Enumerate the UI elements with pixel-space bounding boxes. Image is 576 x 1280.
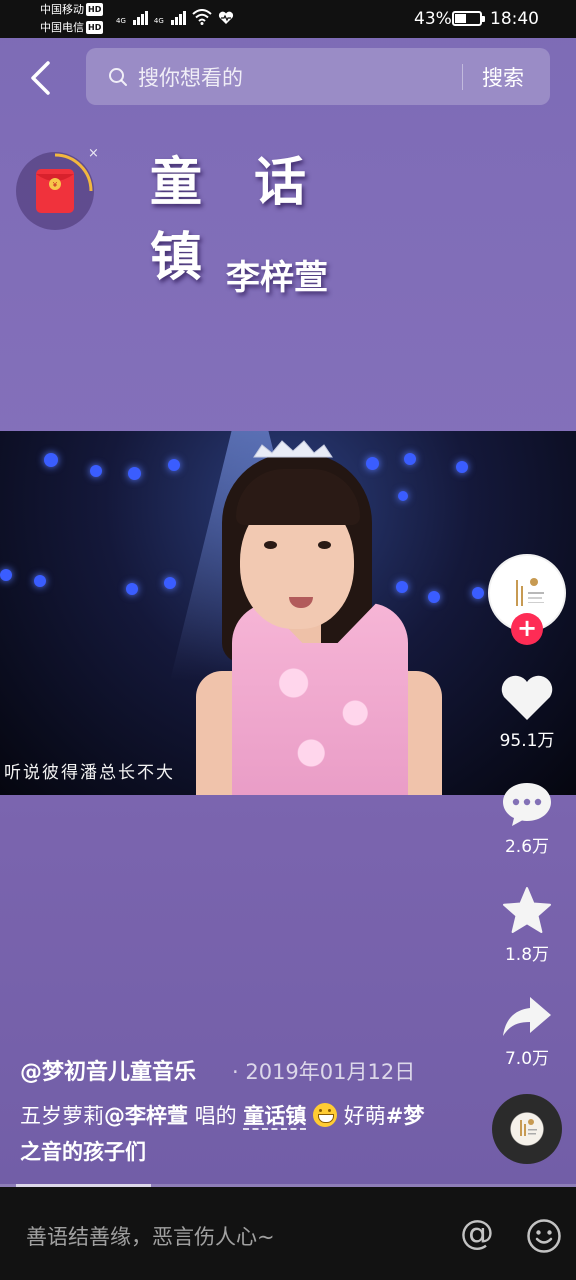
stage-light — [128, 467, 141, 480]
favorite-count: 1.8万 — [504, 945, 550, 965]
music-disc-icon — [520, 1119, 537, 1136]
back-icon[interactable] — [26, 60, 56, 96]
grin-emoji-icon — [313, 1103, 338, 1127]
comment-button[interactable]: 2.6万 — [488, 780, 566, 857]
video-lyric-subtitle: 听说彼得潘总长不大 — [4, 763, 175, 783]
carrier-2: 中国电信 HD — [40, 21, 104, 34]
emoji-icon[interactable] — [526, 1218, 562, 1254]
stage-light — [472, 587, 484, 599]
stage-light — [428, 591, 440, 603]
stage-light — [398, 491, 408, 501]
clock: 18:40 — [490, 9, 539, 29]
comment-input-placeholder[interactable]: 善语结善缘，恶言伤人心~ — [26, 1221, 275, 1251]
hd-badge: HD — [86, 21, 104, 34]
like-button[interactable]: 95.1万 — [488, 674, 566, 751]
carrier-1-label: 中国移动 — [40, 3, 84, 16]
search-placeholder: 搜你想看的 — [138, 66, 243, 90]
caption-text: 好萌 — [337, 1104, 386, 1128]
share-button[interactable]: 7.0万 — [488, 994, 566, 1069]
caption-mention-link[interactable]: @李梓萱 — [104, 1104, 188, 1128]
network-type: 4G — [153, 17, 164, 25]
network-type: 4G — [116, 17, 126, 25]
stage-light — [90, 465, 102, 477]
battery-percent: 43% — [414, 9, 452, 29]
stage-light — [44, 453, 58, 467]
share-icon — [503, 997, 551, 1036]
stage-light — [126, 583, 138, 595]
carrier-2-label: 中国电信 — [40, 21, 84, 34]
close-icon[interactable]: × — [88, 146, 99, 161]
red-envelope-icon: ¥ — [36, 169, 74, 213]
follow-button[interactable]: + — [511, 613, 543, 645]
favorite-button[interactable]: 1.8万 — [488, 886, 566, 965]
signal-icon — [170, 11, 186, 25]
stage-light — [164, 577, 176, 589]
search-button[interactable]: 搜索 — [482, 62, 524, 92]
stage-light — [404, 453, 416, 465]
caption-text: 唱的 — [188, 1104, 237, 1128]
stage-light — [0, 569, 12, 581]
tiara-icon — [253, 440, 333, 458]
heart-icon — [218, 11, 233, 24]
wifi-icon — [192, 9, 212, 25]
video-caption: 五岁萝莉@李梓萱 唱的 童话镇 好萌#梦之音的孩子们 — [20, 1098, 440, 1170]
caption-text: 五岁萝莉 — [20, 1104, 104, 1128]
heart-icon — [501, 675, 553, 720]
stage-light — [168, 459, 180, 471]
performer-eye — [318, 541, 331, 549]
signal-group: 4G 4G — [116, 9, 234, 25]
music-brand-logo-icon — [516, 578, 544, 606]
stage-light — [366, 457, 379, 470]
post-date: · 2019年01月12日 — [232, 1060, 416, 1084]
comment-icon — [503, 783, 551, 826]
stage-light — [456, 461, 468, 473]
like-count: 95.1万 — [499, 731, 555, 751]
comment-input-bar[interactable]: 善语结善缘，恶言伤人心~ @ — [0, 1187, 576, 1280]
music-disc-button[interactable] — [492, 1094, 562, 1164]
stage-light — [34, 575, 46, 587]
search-divider — [462, 64, 463, 90]
author-name[interactable]: @梦初音儿童音乐 — [20, 1054, 196, 1086]
stage-light — [396, 581, 408, 593]
hd-badge: HD — [86, 3, 104, 16]
battery-icon — [452, 11, 485, 26]
comment-count: 2.6万 — [504, 837, 550, 857]
signal-icon — [132, 11, 148, 25]
at-icon[interactable]: @ — [460, 1215, 494, 1251]
video-artist: 李梓萱 — [226, 258, 328, 298]
status-bar: 中国移动 HD 中国电信 HD 4G 4G 43% 18:40 — [0, 0, 576, 38]
svg-text:¥: ¥ — [53, 181, 58, 189]
caption-song-link[interactable]: 童话镇 — [243, 1104, 307, 1130]
search-icon — [109, 68, 127, 86]
performer-eye — [264, 541, 277, 549]
share-count: 7.0万 — [504, 1049, 550, 1069]
star-icon — [503, 887, 551, 933]
search-input[interactable]: 搜你想看的 搜索 — [86, 48, 550, 105]
carrier-1: 中国移动 HD — [40, 3, 104, 16]
red-packet-widget[interactable]: ¥ — [16, 152, 94, 230]
